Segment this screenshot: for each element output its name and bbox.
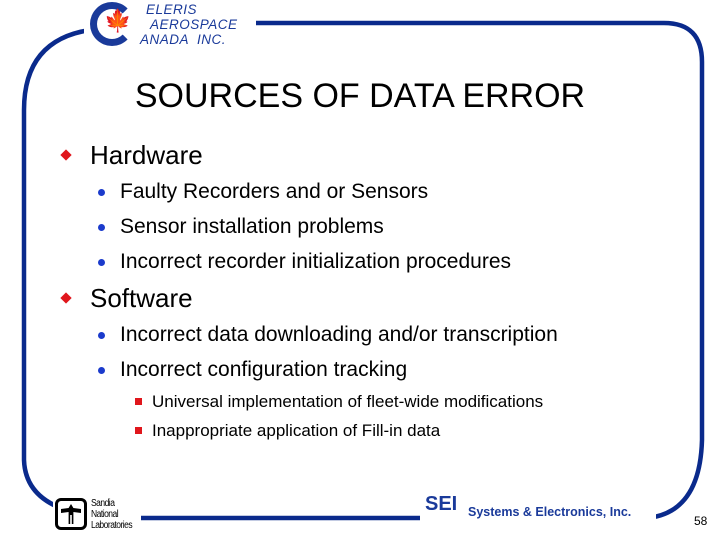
maple-leaf-icon: 🍁 — [104, 8, 132, 33]
sub-bullet-text: Faulty Recorders and or Sensors — [120, 180, 429, 203]
square-bullet-icon — [135, 427, 142, 434]
sub-sub-bullet-text: Inappropriate application of Fill-in dat… — [152, 421, 441, 440]
logo-line-3: ANADA INC. — [140, 32, 227, 47]
dot-bullet-icon — [98, 189, 105, 196]
dot-bullet-icon — [98, 224, 105, 231]
sandia-line-3: Laboratories — [91, 520, 133, 531]
sei-name: Systems & Electronics, Inc. — [468, 505, 632, 519]
sandia-line-2: National — [91, 509, 119, 520]
dot-bullet-icon — [98, 259, 105, 266]
slide-title: SOURCES OF DATA ERROR — [134, 77, 586, 115]
sandia-logo: Sandia National Laboratories — [53, 497, 141, 535]
celeris-aerospace-logo: 🍁 ELERIS AEROSPACE ANADA INC. — [84, 0, 256, 52]
logo-line-2: AEROSPACE — [150, 17, 238, 32]
sei-logo: SEI Systems & Electronics, Inc. — [420, 492, 656, 522]
bullet-text: Software — [90, 283, 193, 313]
sub-bullet-text: Incorrect configuration tracking — [120, 358, 408, 381]
sub-bullet-text: Incorrect data downloading and/or transc… — [120, 323, 558, 346]
square-bullet-icon — [135, 398, 142, 405]
page-number: 58 — [694, 514, 708, 528]
sei-abbr: SEI — [425, 493, 458, 515]
bullet-text: Hardware — [90, 140, 203, 170]
sandia-line-1: Sandia — [91, 498, 115, 509]
dot-bullet-icon — [98, 332, 105, 339]
thunderbird-icon — [55, 498, 87, 530]
sub-bullet-text: Incorrect recorder initialization proced… — [120, 250, 512, 273]
dot-bullet-icon — [98, 367, 105, 374]
sub-bullet-text: Sensor installation problems — [120, 215, 384, 238]
sub-sub-bullet-text: Universal implementation of fleet-wide m… — [152, 392, 544, 411]
logo-line-1: ELERIS — [146, 2, 198, 17]
